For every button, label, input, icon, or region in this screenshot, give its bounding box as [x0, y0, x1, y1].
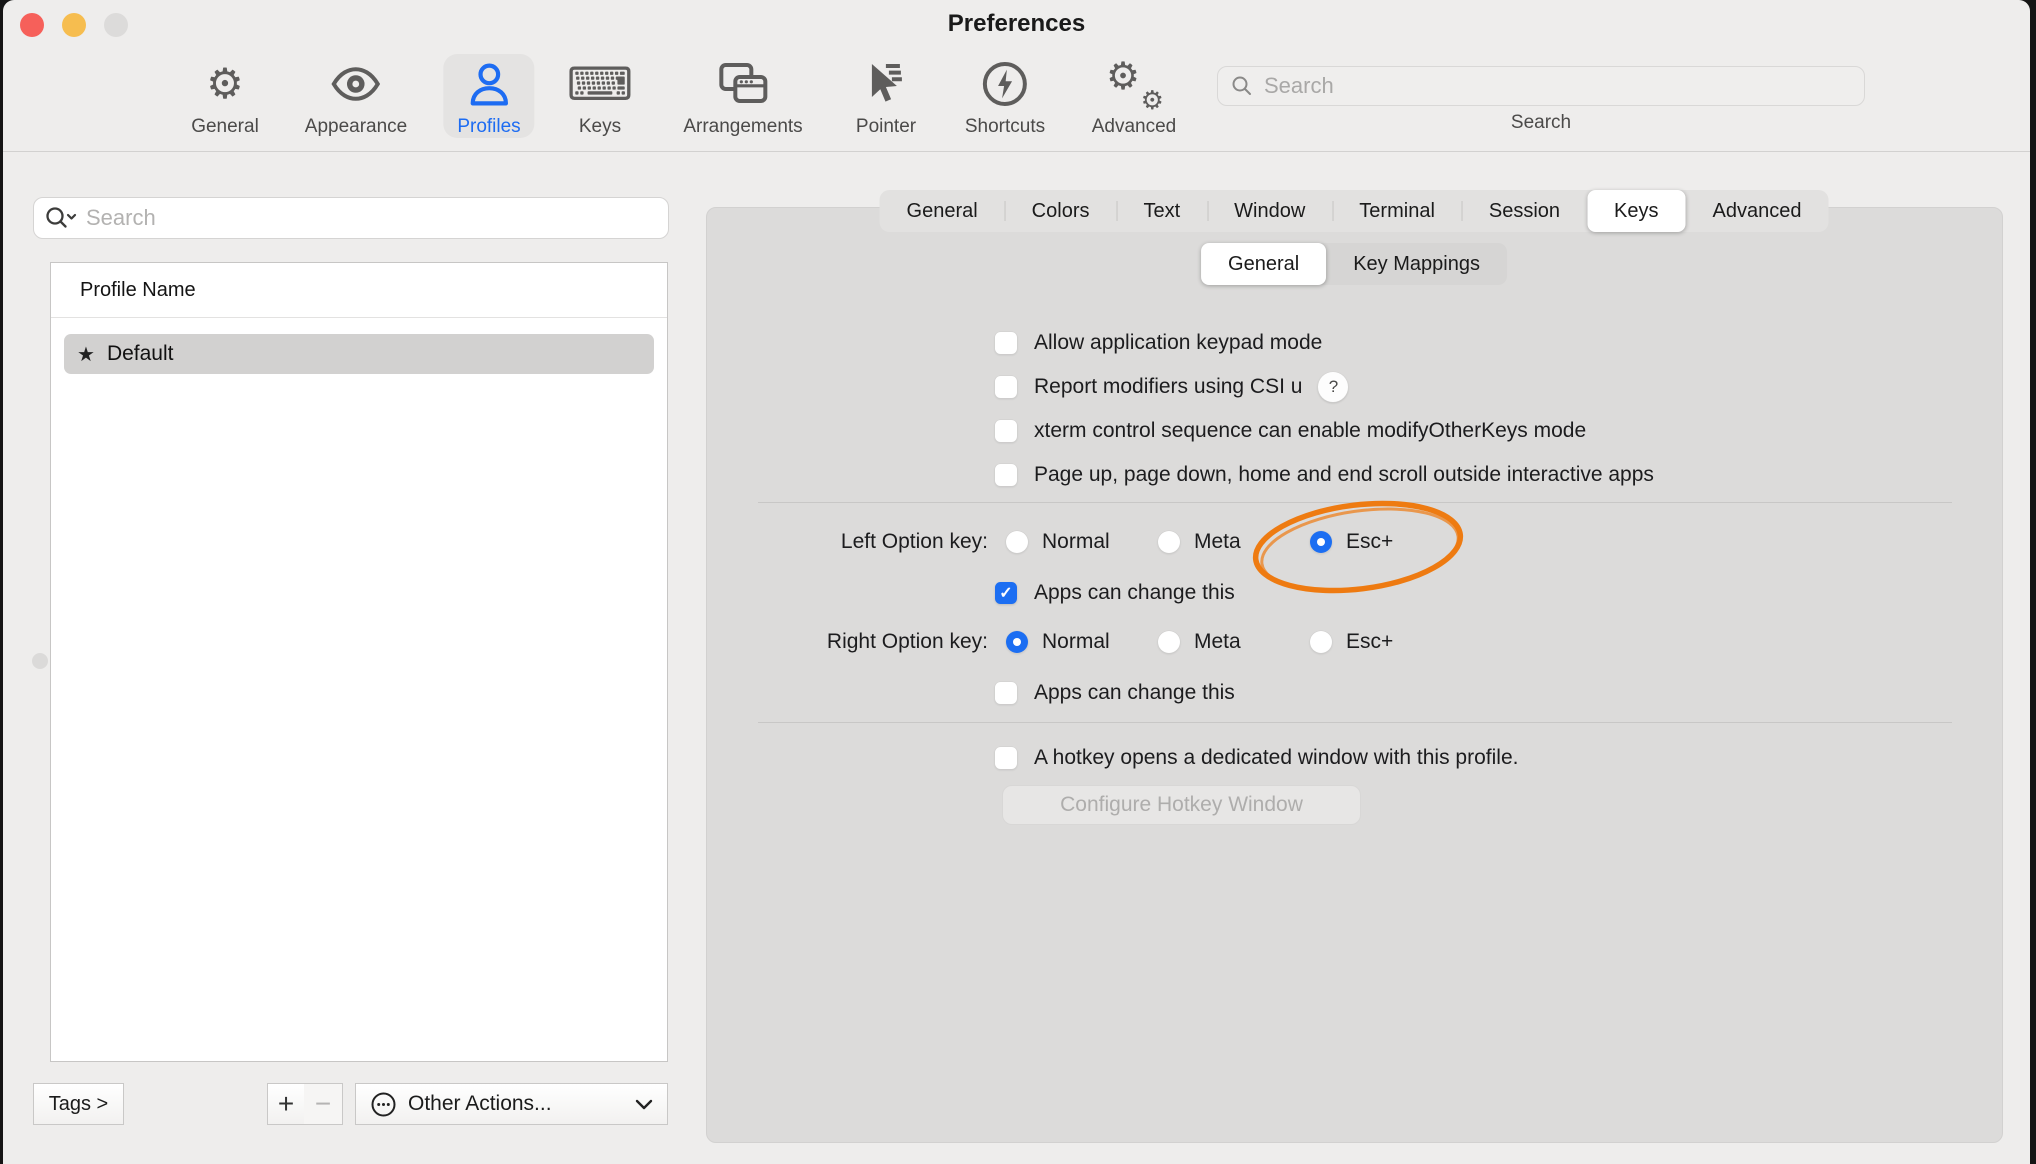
toolbar-item-general[interactable]: ⚙ General: [191, 54, 259, 138]
hotkey-window-checkbox[interactable]: ✓: [995, 747, 1017, 769]
profile-name: Default: [107, 342, 174, 366]
left-option-meta-radio[interactable]: [1158, 531, 1180, 553]
toolbar-search-caption: Search: [1217, 112, 1865, 134]
person-icon: [457, 54, 520, 114]
other-actions-dropdown[interactable]: Other Actions...: [355, 1083, 668, 1125]
gear-icon: ⚙: [191, 54, 259, 114]
add-profile-button[interactable]: +: [267, 1083, 305, 1125]
tab-advanced[interactable]: Advanced: [1686, 190, 1829, 232]
tab-keys[interactable]: Keys: [1587, 190, 1685, 232]
tab-text[interactable]: Text: [1116, 190, 1207, 232]
toolbar-item-pointer[interactable]: Pointer: [856, 54, 916, 138]
keys-subtab-bar: General Key Mappings: [1201, 243, 1507, 285]
checkbox-row: ✓ Apps can change this: [995, 581, 1235, 605]
windows-icon: [683, 54, 802, 114]
gears-icon: ⚙⚙: [1092, 54, 1177, 114]
checkbox-row: ✓ Apps can change this: [995, 681, 1235, 705]
splitter-handle-dot[interactable]: [32, 653, 48, 669]
subtab-general[interactable]: General: [1201, 243, 1326, 285]
tab-general[interactable]: General: [880, 190, 1005, 232]
left-apps-can-change-checkbox[interactable]: ✓: [995, 582, 1017, 604]
window-header: Preferences ⚙ General Appearance: [3, 0, 2030, 152]
right-option-key-label: Right Option key:: [758, 630, 988, 654]
page-title: Preferences: [3, 10, 2030, 38]
allow-keypad-checkbox[interactable]: ✓: [995, 332, 1017, 354]
right-option-meta-radio[interactable]: [1158, 631, 1180, 653]
subtab-key-mappings[interactable]: Key Mappings: [1326, 243, 1507, 285]
radio-option: Esc+: [1310, 630, 1393, 654]
right-option-normal-radio[interactable]: [1006, 631, 1028, 653]
tab-terminal[interactable]: Terminal: [1332, 190, 1462, 232]
toolbar-item-appearance[interactable]: Appearance: [305, 54, 407, 138]
radio-option: Normal: [1006, 530, 1110, 554]
other-actions-label: Other Actions...: [408, 1092, 552, 1116]
checkbox-row: ✓ Report modifiers using CSI u ?: [995, 375, 1348, 399]
tab-colors[interactable]: Colors: [1005, 190, 1117, 232]
toolbar-item-shortcuts[interactable]: Shortcuts: [965, 54, 1045, 138]
tab-session[interactable]: Session: [1462, 190, 1587, 232]
left-option-key-label: Left Option key:: [758, 530, 988, 554]
modify-other-keys-checkbox[interactable]: ✓: [995, 420, 1017, 442]
preferences-window: Preferences ⚙ General Appearance: [3, 0, 2030, 1164]
radio-option: Meta: [1158, 630, 1241, 654]
checkbox-row: ✓ xterm control sequence can enable modi…: [995, 419, 1586, 443]
keyboard-icon: ⌨: [567, 54, 633, 114]
circle-ellipsis-icon: [370, 1091, 397, 1118]
search-filter-icon: [44, 205, 78, 231]
search-input[interactable]: [1264, 73, 1852, 99]
right-option-esc-radio[interactable]: [1310, 631, 1332, 653]
profile-list: Profile Name ★ Default: [50, 262, 668, 1062]
tab-window[interactable]: Window: [1207, 190, 1332, 232]
radio-option: Normal: [1006, 630, 1110, 654]
screenshot-root: Preferences ⚙ General Appearance: [0, 0, 2036, 1164]
csi-u-checkbox[interactable]: ✓: [995, 376, 1017, 398]
checkbox-row: ✓ Page up, page down, home and end scrol…: [995, 463, 1654, 487]
right-apps-can-change-checkbox[interactable]: ✓: [995, 682, 1017, 704]
remove-profile-button[interactable]: −: [304, 1083, 343, 1125]
profile-row-default[interactable]: ★ Default: [64, 334, 654, 374]
profile-settings-panel: [706, 207, 2003, 1143]
divider: [758, 722, 1952, 723]
cursor-icon: [856, 54, 916, 114]
toolbar-item-keys[interactable]: ⌨ Keys: [567, 54, 633, 138]
profile-list-header: Profile Name: [51, 263, 667, 318]
checkbox-row: ✓ Allow application keypad mode: [995, 331, 1322, 355]
page-scroll-checkbox[interactable]: ✓: [995, 464, 1017, 486]
tags-button[interactable]: Tags >: [33, 1083, 124, 1125]
left-option-normal-radio[interactable]: [1006, 531, 1028, 553]
radio-option: Esc+: [1310, 530, 1393, 554]
radio-option: Meta: [1158, 530, 1241, 554]
left-option-esc-radio[interactable]: [1310, 531, 1332, 553]
profile-tab-bar: General Colors Text Window Terminal Sess…: [880, 190, 1829, 232]
divider: [758, 502, 1952, 503]
profile-filter-input[interactable]: [86, 205, 658, 231]
eye-icon: [305, 54, 407, 114]
help-button[interactable]: ?: [1318, 372, 1348, 402]
lightning-icon: [965, 54, 1045, 114]
toolbar-search-field[interactable]: [1217, 66, 1865, 106]
toolbar-item-advanced[interactable]: ⚙⚙ Advanced: [1092, 54, 1177, 138]
chevron-down-icon: [635, 1099, 653, 1110]
star-icon: ★: [77, 342, 95, 367]
toolbar-item-profiles[interactable]: Profiles: [443, 54, 534, 138]
search-icon: [1230, 74, 1254, 98]
toolbar-item-arrangements[interactable]: Arrangements: [683, 54, 802, 138]
profile-filter-field[interactable]: [33, 197, 669, 239]
configure-hotkey-window-button[interactable]: Configure Hotkey Window: [1002, 785, 1361, 825]
checkbox-row: ✓ A hotkey opens a dedicated window with…: [995, 746, 1518, 770]
